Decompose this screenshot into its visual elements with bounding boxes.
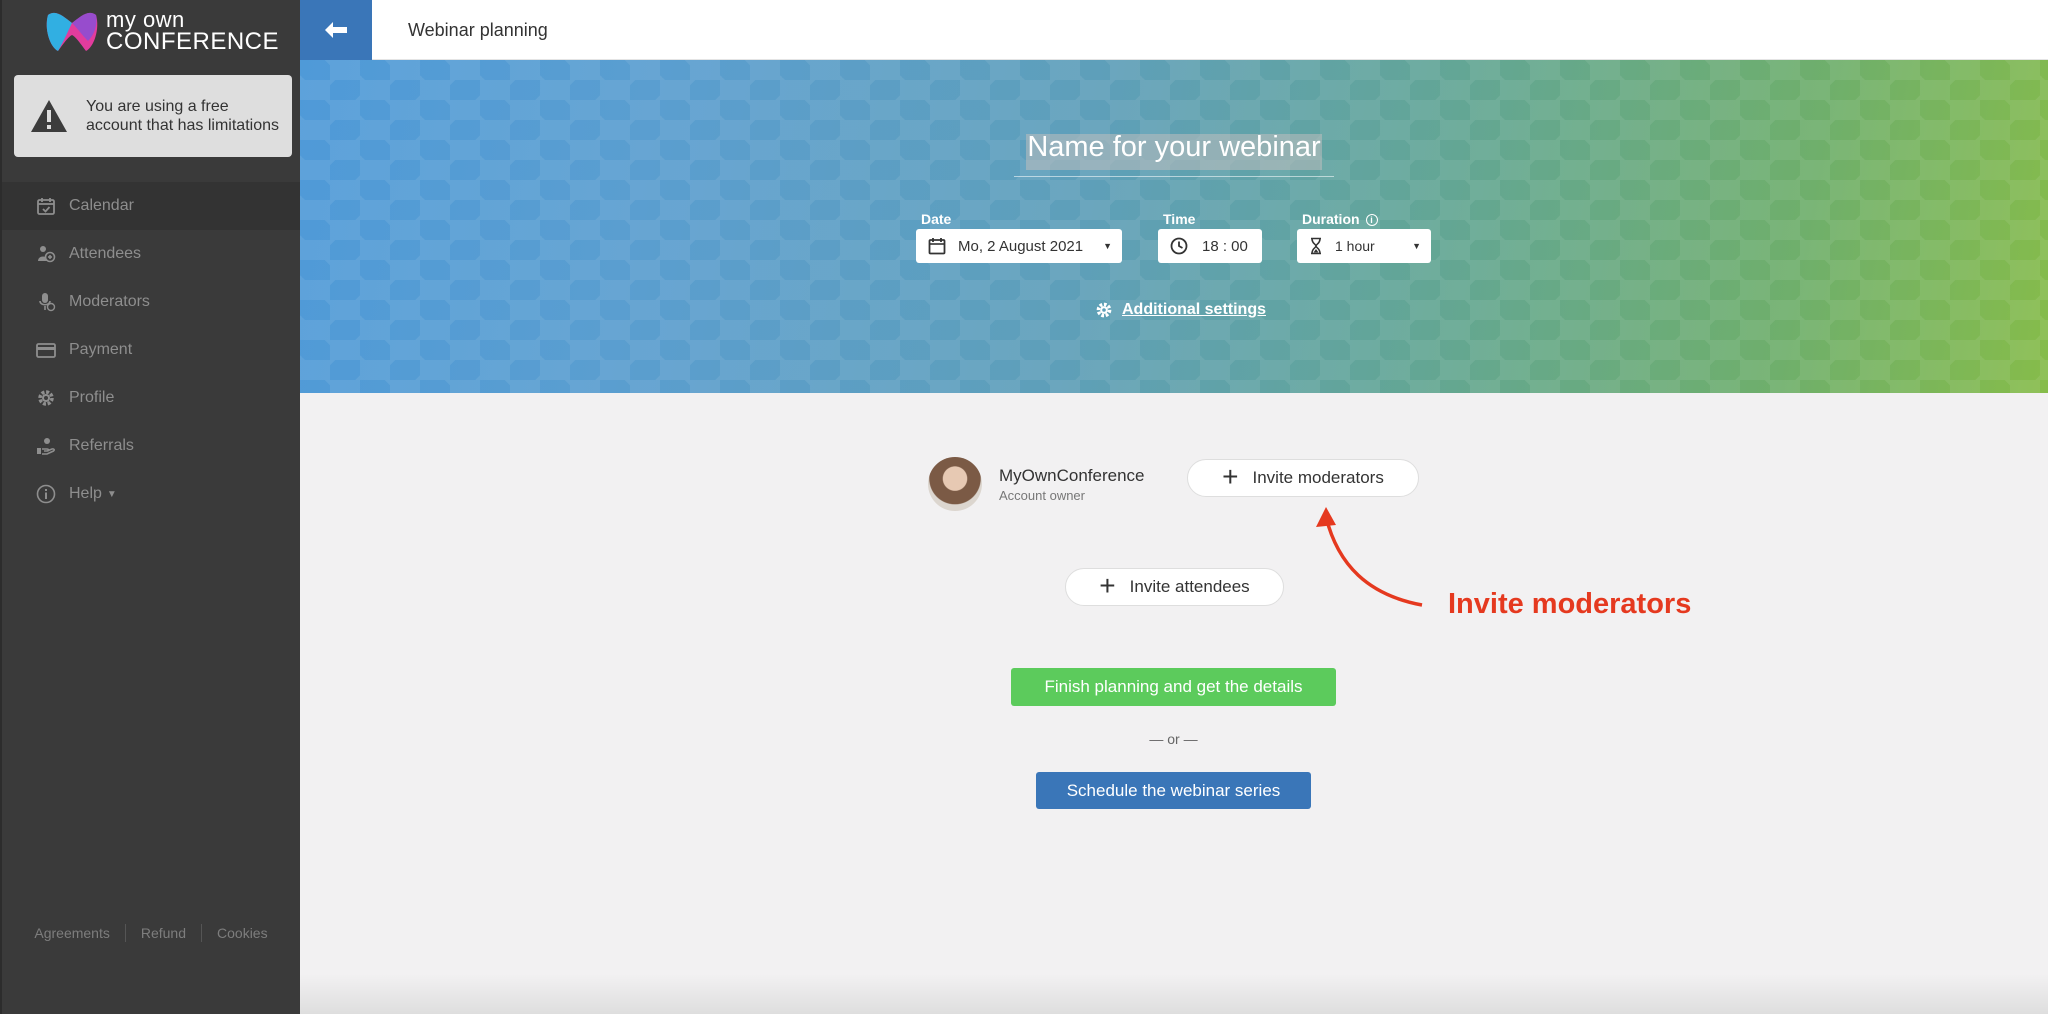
info-circle-icon — [36, 484, 56, 504]
dropdown-caret-icon: ▼ — [1412, 241, 1421, 251]
attendees-icon — [36, 244, 56, 264]
sidebar: my own CONFERENCE You are using a free a… — [0, 0, 300, 1014]
info-icon[interactable]: i — [1365, 214, 1378, 226]
logo-icon — [46, 12, 98, 51]
calendar-check-icon — [36, 196, 56, 216]
sidebar-item-label: Calendar — [69, 197, 134, 214]
gear-icon — [1096, 302, 1112, 318]
page-title: Webinar planning — [408, 20, 548, 40]
time-label: Time — [1163, 211, 1196, 227]
bottom-shadow — [300, 974, 2048, 1014]
duration-label-text: Duration — [1302, 211, 1360, 227]
app-logo[interactable]: my own CONFERENCE — [42, 6, 282, 56]
sidebar-item-label: Profile — [69, 389, 115, 406]
dropdown-caret-icon: ▼ — [1103, 241, 1112, 251]
sidebar-item-label: Payment — [69, 341, 133, 358]
time-picker[interactable]: 18 : 00 — [1158, 229, 1262, 263]
chevron-down-icon: ▼ — [106, 488, 117, 500]
credit-card-icon — [36, 340, 56, 360]
or-separator: — or — — [1149, 731, 1198, 747]
annotation-arrow-icon — [1316, 507, 1423, 607]
additional-settings-link[interactable]: Additional settings — [1095, 301, 1266, 319]
sidebar-footer-links: Agreements Refund Cookies — [2, 924, 300, 942]
date-picker[interactable]: Mo, 2 August 2021 ▼ — [916, 229, 1122, 263]
invite-attendees-label: Invite attendees — [1129, 577, 1250, 596]
invite-attendees-button[interactable]: + Invite attendees — [1065, 568, 1284, 606]
clock-icon — [1170, 237, 1188, 255]
sidebar-item-calendar[interactable]: Calendar — [2, 182, 300, 230]
sidebar-item-moderators[interactable]: Moderators — [2, 278, 300, 326]
plus-icon: + — [1222, 460, 1239, 492]
webinar-name-input[interactable] — [1019, 131, 1329, 164]
free-account-notice-text: You are using a free account that has li… — [86, 98, 279, 134]
top-bar: Webinar planning — [300, 0, 2048, 60]
sidebar-item-label: Attendees — [69, 245, 142, 262]
invite-moderators-label: Invite moderators — [1252, 468, 1384, 487]
duration-select[interactable]: 1 hour ▼ — [1297, 229, 1431, 263]
hourglass-icon — [1311, 237, 1321, 255]
back-button[interactable] — [300, 0, 372, 60]
refund-link[interactable]: Refund — [141, 925, 186, 941]
footer-divider — [201, 924, 203, 942]
sidebar-item-help[interactable]: Help ▼ — [2, 470, 300, 518]
sidebar-item-attendees[interactable]: Attendees — [2, 230, 300, 278]
arrow-left-icon — [325, 22, 347, 38]
sidebar-nav: Calendar Attendees Moderators Payment Pr… — [2, 182, 300, 518]
account-owner: MyOwnConference Account owner — [928, 457, 1145, 511]
sidebar-item-label: Moderators — [69, 293, 150, 310]
invite-moderators-button[interactable]: + Invite moderators — [1187, 459, 1419, 497]
main-content: MyOwnConference Account owner + Invite m… — [300, 393, 2048, 1014]
date-label: Date — [921, 211, 952, 227]
duration-label: Duration i — [1302, 211, 1378, 227]
footer-divider — [124, 924, 126, 942]
cookies-link[interactable]: Cookies — [217, 925, 268, 941]
avatar — [928, 457, 982, 511]
referrals-hand-icon — [36, 436, 56, 456]
sidebar-item-label: Help — [69, 485, 102, 502]
finish-planning-button[interactable]: Finish planning and get the details — [1011, 668, 1336, 706]
time-value: 18 : 00 — [1202, 237, 1248, 255]
warning-icon — [31, 100, 67, 132]
duration-value: 1 hour — [1335, 238, 1375, 254]
annotation-label: Invite moderators — [1448, 588, 1692, 620]
date-value: Mo, 2 August 2021 — [958, 237, 1084, 255]
additional-settings-label: Additional settings — [1122, 301, 1266, 318]
gear-icon — [36, 388, 56, 408]
logo-text-line2: CONFERENCE — [106, 28, 280, 55]
owner-name: MyOwnConference — [999, 465, 1145, 485]
sidebar-item-profile[interactable]: Profile — [2, 374, 300, 422]
sidebar-item-payment[interactable]: Payment — [2, 326, 300, 374]
webinar-header-panel: Date Mo, 2 August 2021 ▼ Time 18 : 00 Du… — [300, 60, 2048, 393]
agreements-link[interactable]: Agreements — [34, 925, 109, 941]
sidebar-item-label: Referrals — [69, 437, 134, 454]
webinar-name-field[interactable] — [1014, 131, 1334, 177]
owner-role: Account owner — [999, 487, 1085, 503]
moderators-icon — [36, 292, 56, 312]
schedule-series-button[interactable]: Schedule the webinar series — [1036, 772, 1311, 809]
calendar-icon — [928, 238, 946, 255]
plus-icon: + — [1099, 569, 1116, 601]
sidebar-item-referrals[interactable]: Referrals — [2, 422, 300, 470]
free-account-notice[interactable]: You are using a free account that has li… — [14, 75, 292, 157]
